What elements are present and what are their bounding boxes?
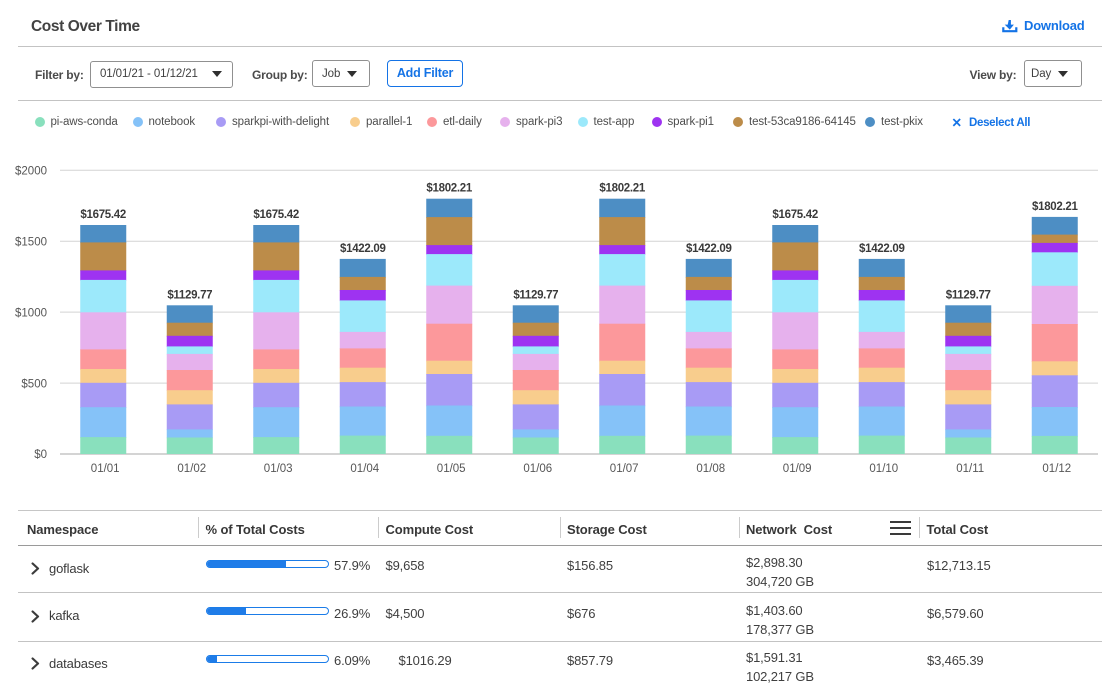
svg-text:$1422.09: $1422.09 [859, 243, 905, 255]
svg-text:01/11: 01/11 [956, 463, 984, 475]
svg-text:01/03: 01/03 [264, 463, 293, 475]
svg-text:$0: $0 [34, 449, 47, 461]
svg-text:01/01: 01/01 [91, 463, 120, 475]
svg-text:01/06: 01/06 [523, 463, 552, 475]
svg-text:$1422.09: $1422.09 [340, 243, 386, 255]
svg-text:01/04: 01/04 [350, 463, 379, 475]
svg-text:01/02: 01/02 [177, 463, 206, 475]
svg-text:$500: $500 [21, 378, 47, 390]
svg-text:01/09: 01/09 [783, 463, 812, 475]
svg-text:$2000: $2000 [15, 166, 47, 178]
svg-text:$1129.77: $1129.77 [946, 289, 991, 301]
svg-text:01/07: 01/07 [610, 463, 639, 475]
svg-text:01/05: 01/05 [437, 463, 466, 475]
svg-text:01/08: 01/08 [696, 463, 725, 475]
svg-text:$1802.21: $1802.21 [599, 183, 645, 195]
svg-text:$1802.21: $1802.21 [426, 183, 472, 195]
svg-text:$1000: $1000 [15, 307, 47, 319]
svg-text:$1675.42: $1675.42 [80, 209, 126, 221]
svg-text:$1802.21: $1802.21 [1032, 201, 1078, 213]
svg-text:$1129.77: $1129.77 [513, 289, 558, 301]
svg-text:$1422.09: $1422.09 [686, 243, 732, 255]
svg-text:01/10: 01/10 [869, 463, 898, 475]
svg-text:$1500: $1500 [15, 236, 47, 248]
svg-text:$1675.42: $1675.42 [772, 209, 818, 221]
svg-text:$1675.42: $1675.42 [253, 209, 299, 221]
svg-text:$1129.77: $1129.77 [167, 289, 212, 301]
svg-text:01/12: 01/12 [1042, 463, 1071, 475]
